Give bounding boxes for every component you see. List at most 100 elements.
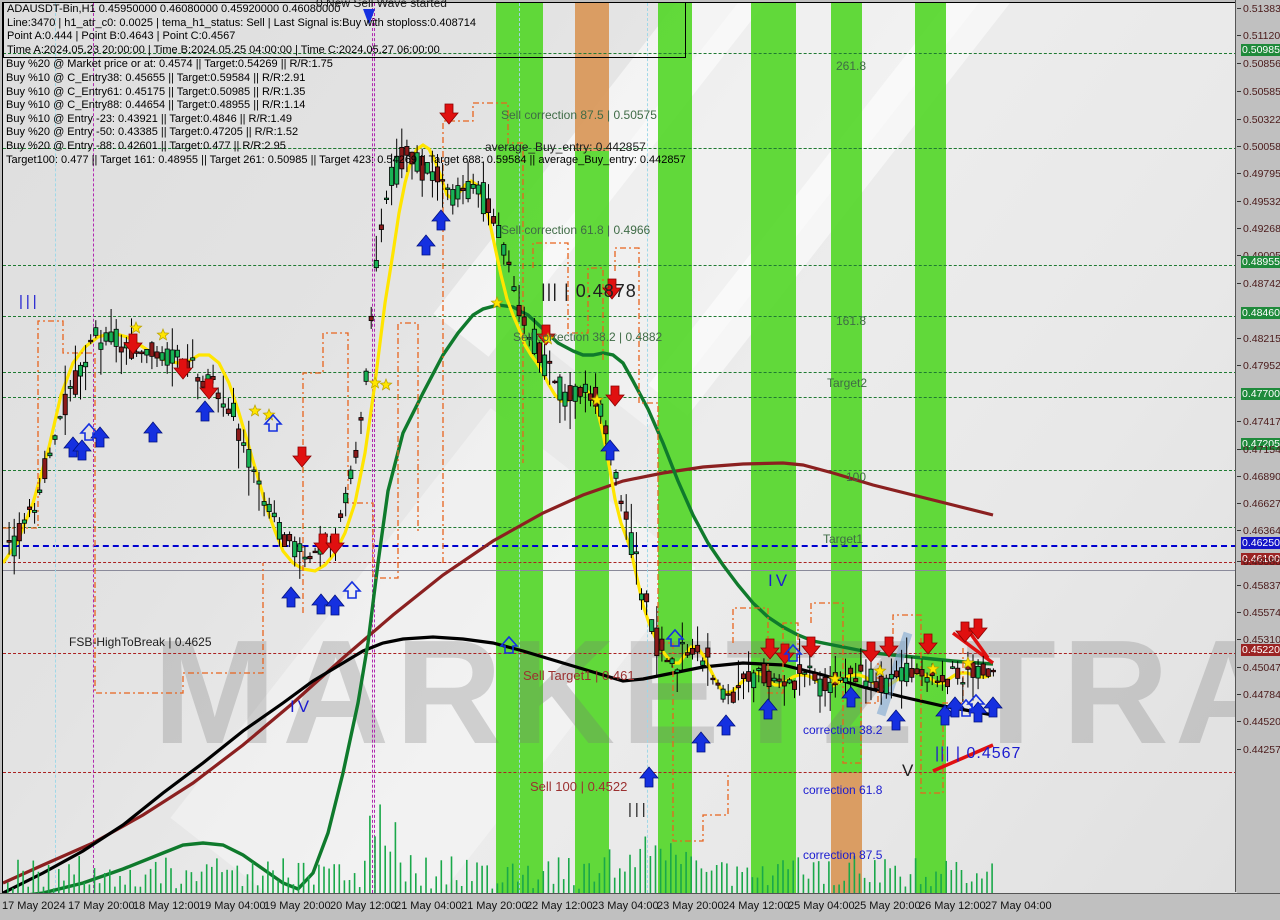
price-tick: 0.48742: [1236, 278, 1280, 290]
price-tick: 0.47952: [1236, 360, 1280, 372]
price-tick: 0.50322: [1236, 114, 1280, 126]
annotation-correction-618: correction 61.8: [803, 783, 883, 797]
info-line-9: Buy %10 @ Entry -23: 0.43921 || Target:0…: [6, 112, 292, 125]
time-tick-label: 22 May 12:00: [526, 900, 593, 912]
price-tick-label: 0.50585: [1243, 86, 1280, 98]
price-level-badge: 0.48460: [1241, 307, 1280, 319]
price-tick-label: 0.47952: [1243, 360, 1280, 372]
price-tick-label: 0.48742: [1243, 278, 1280, 290]
price-tick: 0.45837: [1236, 580, 1280, 592]
price-tick: 0.50856: [1236, 58, 1280, 70]
price-tick: 0.49532: [1236, 196, 1280, 208]
price-tick: 0.45047: [1236, 662, 1280, 674]
info-line-5: Buy %20 @ Market price or at: 0.4574 || …: [6, 58, 333, 71]
time-tick-label: 21 May 04:00: [395, 900, 462, 912]
wave-label-iii-0-4878: ||| | 0.4878: [541, 281, 637, 301]
price-tick: 0.47154: [1236, 444, 1280, 456]
price-tick-label: 0.45574: [1243, 607, 1280, 619]
price-tick: 0.49795: [1236, 168, 1280, 180]
annotation-sell-100: Sell 100 | 0.4522: [530, 779, 628, 794]
price-tick: 0.51120: [1236, 30, 1280, 42]
price-tick-label: 0.51383: [1243, 3, 1280, 15]
time-tick-label: 23 May 04:00: [592, 900, 659, 912]
wave-label-iii-left: |||: [19, 293, 40, 310]
price-tick: 0.45574: [1236, 607, 1280, 619]
annotation-fsb-hightobreak: FSB-HighToBreak | 0.4625: [69, 635, 212, 649]
time-tick-label: 17 May 2024: [2, 900, 66, 912]
price-tick-label: 0.49532: [1243, 196, 1280, 208]
info-line-3: Point A:0.444 | Point B:0.4643 | Point C…: [3, 30, 686, 44]
price-tick: 0.44784: [1236, 689, 1280, 701]
price-tick: 0.46627: [1236, 498, 1280, 510]
time-tick-label: 26 May 12:00: [919, 900, 986, 912]
annotation-fib-2618: 261.8: [836, 59, 867, 73]
price-tick: 0.44520: [1236, 716, 1280, 728]
time-tick-label: 19 May 20:00: [264, 900, 331, 912]
time-tick-label: 23 May 20:00: [657, 900, 724, 912]
time-tick-label: 25 May 20:00: [854, 900, 921, 912]
info-line-12: Target100: 0.477 || Target 161: 0.48955 …: [6, 153, 686, 166]
wave-label-v: V: [902, 761, 914, 780]
info-line-10: Buy %20 @ Entry -50: 0.43385 || Target:0…: [6, 126, 299, 139]
price-tick-label: 0.46080: [1243, 556, 1280, 568]
price-tick-label: 0.47154: [1243, 444, 1280, 456]
price-tick: 0.46080: [1236, 556, 1280, 568]
price-tick-label: 0.51120: [1243, 30, 1280, 42]
info-line-7: Buy %10 @ C_Entry61: 0.45175 || Target:0…: [6, 85, 306, 98]
price-tick-label: 0.44257: [1243, 744, 1280, 756]
price-level-badge: 0.50985: [1241, 44, 1280, 56]
info-line-11: Buy %20 @ Entry -88: 0.42601 || Target:0…: [6, 139, 286, 152]
price-level-badge: 0.48955: [1241, 256, 1280, 268]
wave-label-iv-left: IV: [290, 697, 313, 716]
annotation-sell-target1: Sell Target1 | 0.461: [523, 668, 635, 683]
chart-info-panel: ADAUSDT-Bin,H1 0.45950000 0.46080000 0.4…: [3, 2, 686, 167]
annotation-target2: Target2: [827, 376, 868, 390]
price-tick-label: 0.50322: [1243, 114, 1280, 126]
info-line-2: Line:3470 | h1_atr_c0: 0.0025 | tema_h1_…: [3, 16, 686, 31]
annotation-fib-1618: 161.8: [836, 314, 867, 328]
price-tick-label: 0.46890: [1243, 471, 1280, 483]
price-level-badge: 0.47700: [1241, 388, 1280, 400]
price-tick-label: 0.49268: [1243, 223, 1280, 235]
info-line-6: Buy %10 @ C_Entry38: 0.45655 || Target:0…: [6, 71, 306, 84]
time-tick-label: 24 May 12:00: [723, 900, 790, 912]
time-tick-label: 18 May 12:00: [133, 900, 200, 912]
time-tick-label: 20 May 12:00: [330, 900, 397, 912]
price-tick-label: 0.48215: [1243, 333, 1280, 345]
price-tick: 0.44257: [1236, 744, 1280, 756]
time-tick-label: 27 May 04:00: [985, 900, 1052, 912]
time-tick-label: 19 May 04:00: [199, 900, 266, 912]
wave-label-iii-0-4567: ||| | 0.4567: [935, 745, 1022, 762]
price-tick: 0.50058: [1236, 141, 1280, 153]
price-level-badge: 0.45220: [1241, 644, 1280, 656]
price-tick: 0.49268: [1236, 223, 1280, 235]
price-level-badge: 0.46250: [1241, 537, 1280, 549]
price-tick-label: 0.46364: [1243, 525, 1280, 537]
top-note-new-sell-wave: 0 New Sell Wave started: [316, 0, 447, 10]
price-tick: 0.51383: [1236, 3, 1280, 15]
annotation-sell-correction-618: Sell correction 61.8 | 0.4966: [501, 223, 651, 237]
time-tick-label: 17 May 20:00: [68, 900, 135, 912]
annotation-target1: Target1: [823, 532, 864, 546]
price-tick-label: 0.44784: [1243, 689, 1280, 701]
wave-label-iv-mid: IV: [768, 571, 791, 590]
price-tick-label: 0.49795: [1243, 168, 1280, 180]
price-tick-label: 0.45047: [1243, 662, 1280, 674]
annotation-correction-875: correction 87.5: [803, 848, 883, 862]
time-tick-label: 21 May 20:00: [461, 900, 528, 912]
price-tick-label: 0.50856: [1243, 58, 1280, 70]
info-line-4: Time A:2024.05.23 20:00:00 | Time B:2024…: [3, 43, 686, 59]
price-tick: 0.46364: [1236, 525, 1280, 537]
annotation-sell-correction-382: Sell correction 38.2 | 0.4882: [513, 330, 663, 344]
annotation-fib-100: 100: [846, 470, 867, 484]
price-tick: 0.50585: [1236, 86, 1280, 98]
price-tick: 0.48215: [1236, 333, 1280, 345]
chart-window: MARKETZ TRADE: [0, 0, 1280, 920]
price-tick-label: 0.47417: [1243, 416, 1280, 428]
price-tick-label: 0.45837: [1243, 580, 1280, 592]
annotation-correction-382: correction 38.2: [803, 723, 883, 737]
price-scale[interactable]: 0.51383 0.51120 0.50985 0.50856 0.50585 0.503…: [1235, 0, 1280, 892]
wave-label-iii-lower: |||: [628, 801, 649, 818]
time-scale[interactable]: 17 May 2024 17 May 20:00 18 May 12:00 19 Ma…: [0, 893, 1280, 920]
info-line-8: Buy %10 @ C_Entry88: 0.44654 || Target:0…: [6, 99, 306, 112]
